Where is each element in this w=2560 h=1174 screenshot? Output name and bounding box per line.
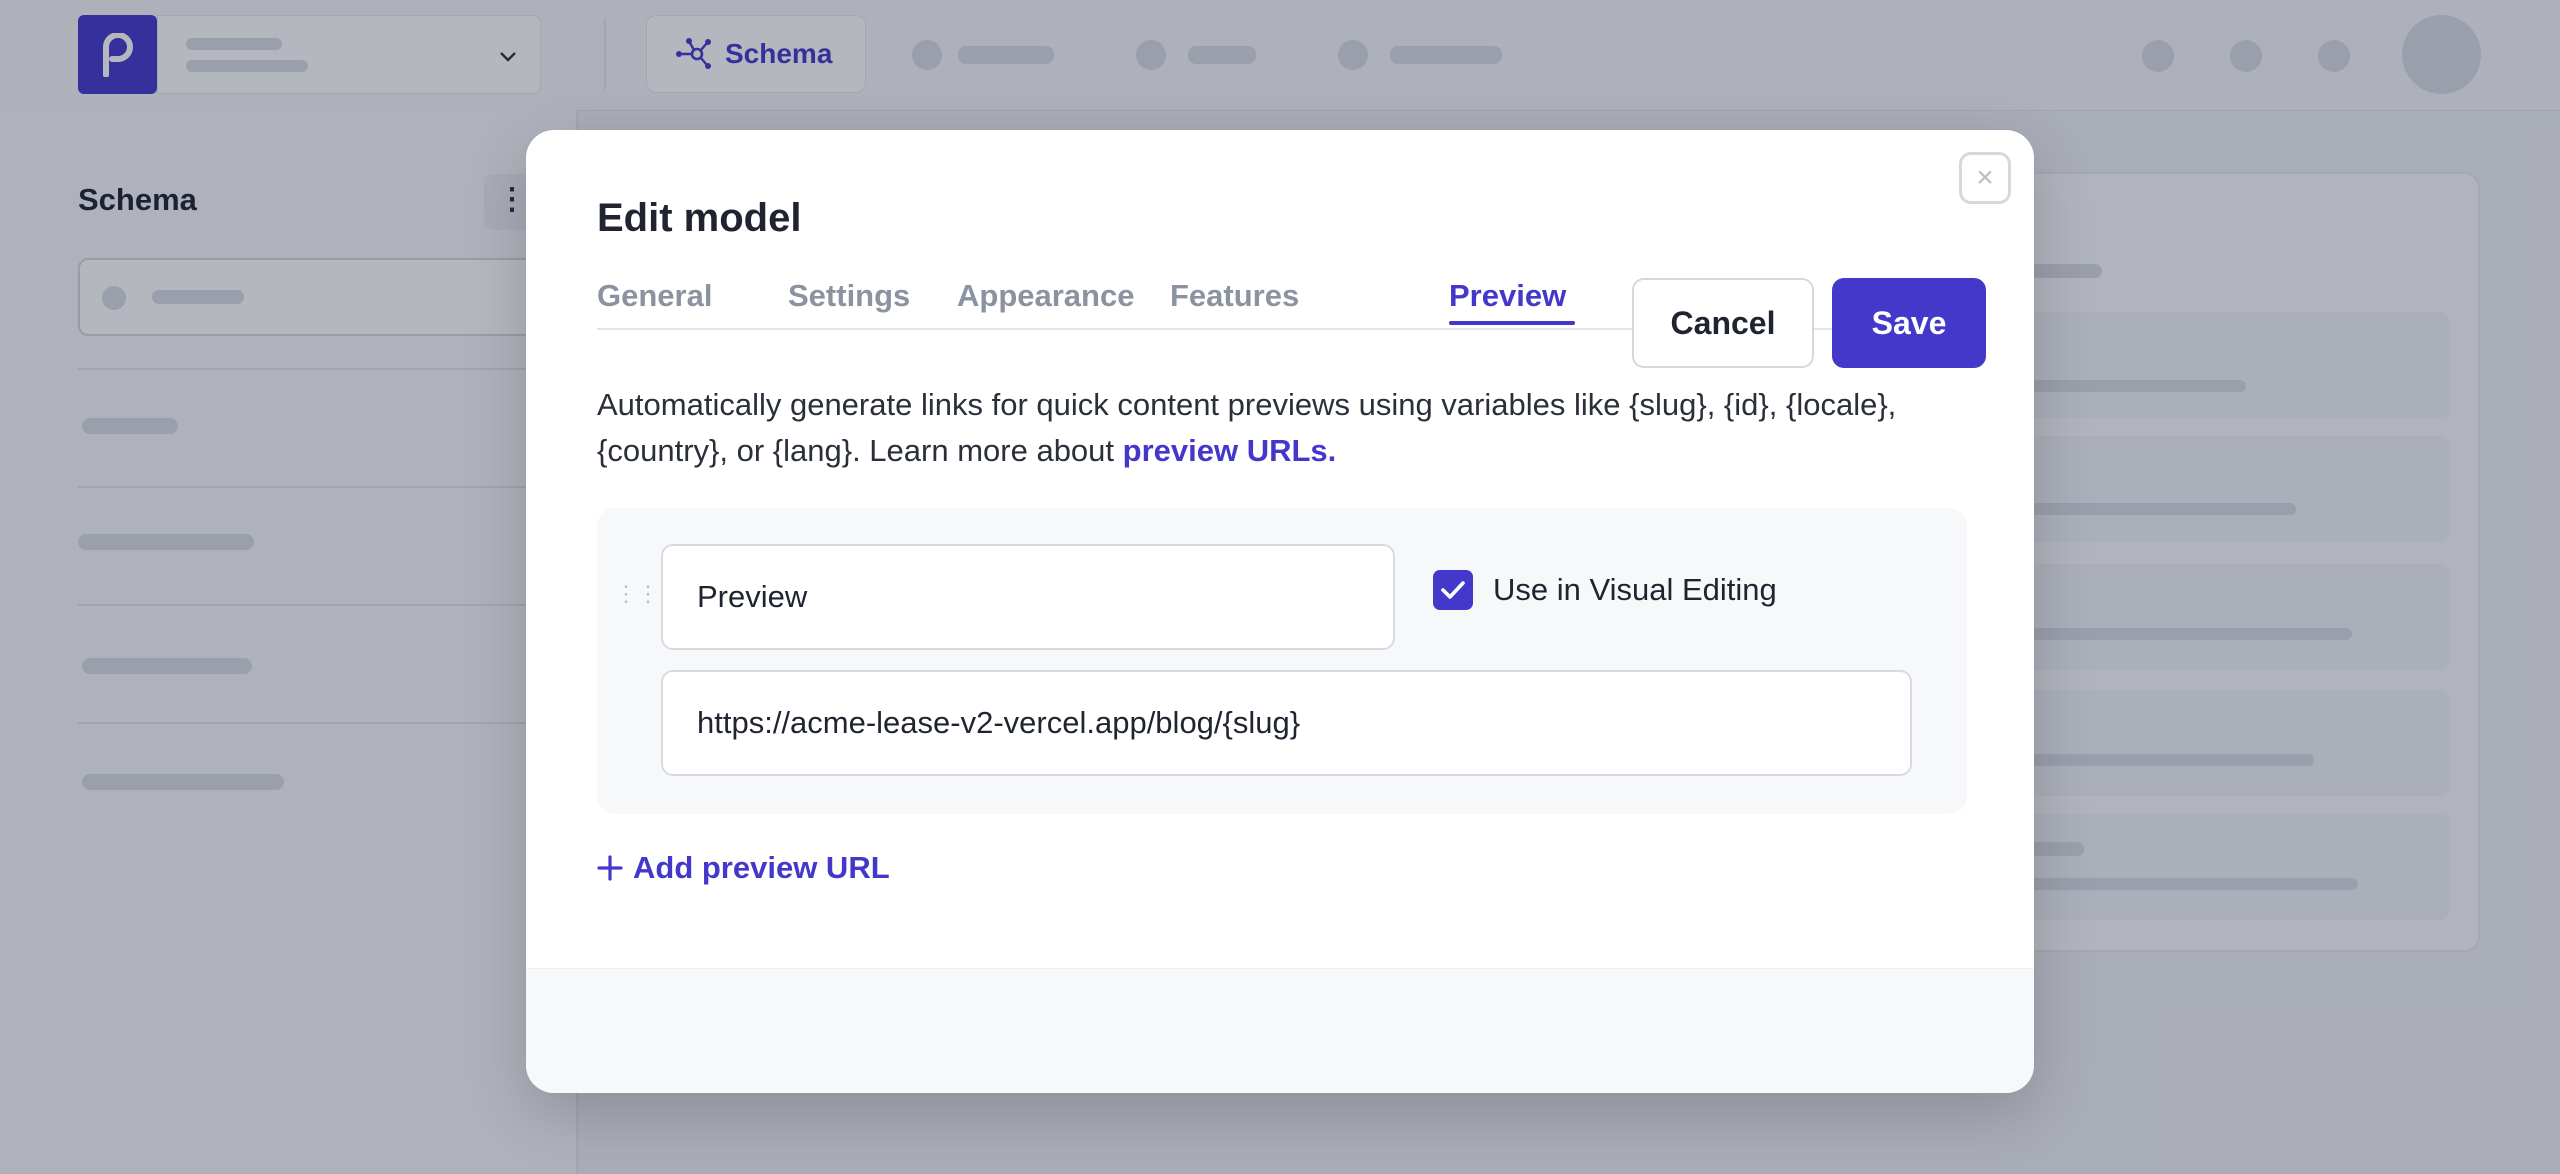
drag-handle-icon[interactable]: ⋮⋮ (615, 583, 659, 605)
save-button[interactable]: Save (1832, 278, 1986, 368)
tab-general[interactable]: General (597, 276, 712, 316)
tab-settings[interactable]: Settings (788, 276, 910, 316)
cancel-button[interactable]: Cancel (1632, 278, 1814, 368)
visual-editing-label: Use in Visual Editing (1493, 572, 1777, 607)
add-preview-url-button[interactable]: Add preview URL (597, 850, 890, 886)
preview-url-entry: ⋮⋮ Use in Visual Editing (597, 508, 1967, 814)
preview-urls-link[interactable]: preview URLs. (1123, 433, 1337, 468)
close-icon: × (1976, 161, 1994, 194)
dialog-footer (526, 968, 2034, 1093)
checkbox-checked[interactable] (1433, 570, 1473, 610)
visual-editing-checkbox[interactable]: Use in Visual Editing (1433, 570, 1777, 610)
tab-features[interactable]: Features (1170, 276, 1299, 316)
tab-appearance[interactable]: Appearance (957, 276, 1134, 316)
checkmark-icon (1441, 581, 1465, 599)
preview-url-input[interactable] (661, 670, 1912, 776)
active-tab-indicator (1449, 321, 1575, 325)
preview-name-input[interactable] (661, 544, 1395, 650)
tab-preview[interactable]: Preview (1449, 276, 1566, 316)
edit-model-dialog: × Edit model General Settings Appearance… (526, 130, 2034, 1093)
dialog-title: Edit model (597, 196, 802, 240)
close-button[interactable]: × (1959, 152, 2011, 204)
add-preview-url-label: Add preview URL (633, 850, 890, 885)
preview-description: Automatically generate links for quick c… (597, 382, 1977, 474)
plus-icon (597, 855, 623, 881)
